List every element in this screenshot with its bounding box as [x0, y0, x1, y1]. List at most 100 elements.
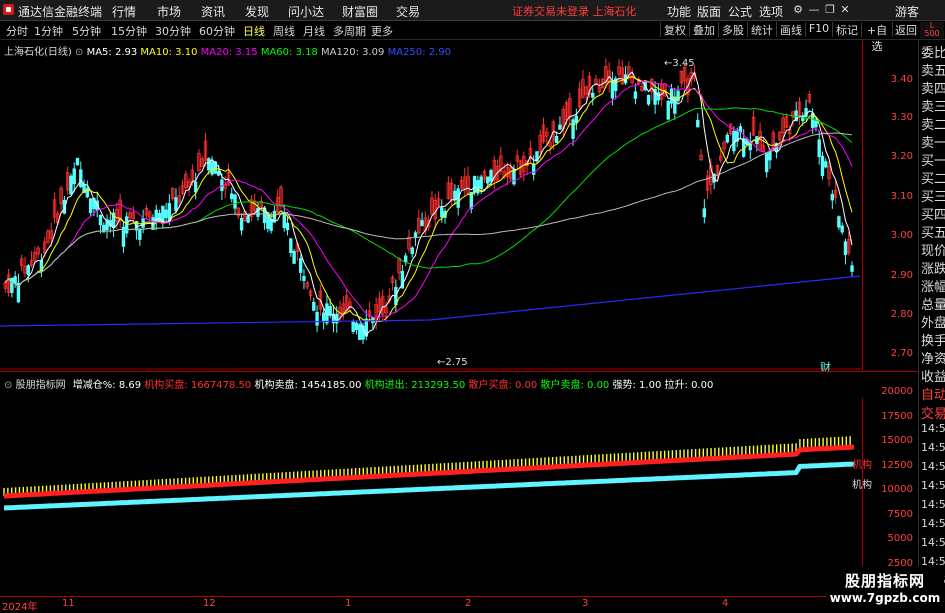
- quote-field-label: 买五: [921, 226, 945, 241]
- user-label[interactable]: 游客: [895, 3, 919, 20]
- indicator-value: 机构进出: 213293.50: [364, 380, 466, 391]
- back-button[interactable]: 返回: [892, 22, 919, 37]
- candle-body: [85, 187, 90, 198]
- candle-body: [830, 193, 835, 201]
- candle-body: [486, 176, 490, 184]
- indicator-value: 增减仓%: 8.69: [72, 380, 142, 391]
- overlay-button[interactable]: 叠加: [689, 22, 718, 37]
- indicator-title: 股朋指标网: [15, 380, 66, 391]
- candle-body: [725, 134, 730, 143]
- high-price-label: ←3.45: [664, 58, 695, 69]
- period-5min[interactable]: 5分钟: [72, 23, 101, 39]
- volume-tick: 12500: [881, 460, 913, 471]
- price-tick: 3.10: [890, 191, 913, 202]
- quote-field-label: 卖一: [921, 136, 945, 151]
- quote-field-label: 买二: [921, 172, 945, 187]
- menu-item-options[interactable]: 选项: [759, 3, 783, 20]
- menu-item-market[interactable]: 市场: [157, 3, 181, 20]
- candle-body: [440, 207, 444, 218]
- candle-body: [312, 301, 316, 311]
- menu-item-quotes[interactable]: 行情: [112, 3, 136, 20]
- date-tick: 1: [345, 598, 352, 609]
- f10-button[interactable]: F10: [805, 22, 832, 37]
- login-notice[interactable]: 证券交易未登录 上海石化: [512, 3, 637, 19]
- draw-button[interactable]: 画线: [776, 22, 805, 37]
- candle-body: [88, 198, 93, 213]
- menu-item-news[interactable]: 资讯: [201, 3, 225, 20]
- mark-button[interactable]: 标记: [832, 22, 861, 37]
- period-60min[interactable]: 60分钟: [199, 23, 235, 39]
- candle-body: [216, 170, 221, 176]
- candle-body: [558, 124, 562, 130]
- menu-item-trade[interactable]: 交易: [396, 3, 420, 20]
- period-30min[interactable]: 30分钟: [155, 23, 191, 39]
- indicator-value: 散户卖盘: 0.00: [540, 380, 610, 391]
- trade-time: 14:56: [921, 460, 945, 473]
- minimize-icon[interactable]: —: [807, 3, 821, 16]
- menu-item-discover[interactable]: 发现: [245, 3, 269, 20]
- date-tick: 2: [465, 598, 472, 609]
- indicator-legend: ⊙ 股朋指标网 增减仓%: 8.69 机构买盘: 1667478.50 机构卖盘…: [4, 376, 713, 391]
- stats-button[interactable]: 统计: [747, 22, 776, 37]
- candle-body: [72, 168, 76, 185]
- indicator-value: 机构买盘: 1667478.50: [144, 380, 252, 391]
- candle-body: [26, 265, 30, 276]
- ma-line: [4, 76, 853, 323]
- candle-body: [174, 197, 178, 212]
- quote-field-label: 卖四: [921, 82, 945, 97]
- auto-trade-label[interactable]: 自动: [921, 384, 945, 403]
- candle-body: [591, 92, 595, 98]
- period-monthly[interactable]: 月线: [303, 23, 325, 39]
- add-watchlist-button[interactable]: +自选: [861, 22, 892, 53]
- price-tick: 3.20: [890, 151, 913, 162]
- indicator-chart[interactable]: 机构 机构: [0, 398, 872, 594]
- menu-item-wealth[interactable]: 财富圈: [342, 3, 378, 20]
- price-tick: 3.40: [890, 74, 913, 85]
- period-multi[interactable]: 多周期: [333, 23, 366, 39]
- close-icon[interactable]: ✕: [838, 3, 852, 16]
- candle-body: [571, 119, 575, 139]
- kline-chart[interactable]: 上海石化(日线) ⊙ MA5: 2.93 MA10: 3.10 MA20: 3.…: [0, 40, 860, 374]
- multi-stock-button[interactable]: 多股: [718, 22, 747, 37]
- menu-item-assistant[interactable]: 问小达: [288, 3, 324, 20]
- quote-field-label: 收益: [921, 370, 945, 385]
- period-1min[interactable]: 1分钟: [34, 23, 63, 39]
- settings-icon[interactable]: ⊙: [4, 380, 12, 391]
- date-tick: 2024年: [2, 602, 38, 613]
- date-axis: 2024年 11 12 1 2 3 4: [0, 596, 860, 613]
- adjust-button[interactable]: 复权: [660, 22, 689, 37]
- period-more[interactable]: 更多: [371, 23, 393, 39]
- period-intraday[interactable]: 分时: [6, 23, 28, 39]
- high-price-value: 3.45: [672, 58, 695, 69]
- candle-body: [351, 321, 355, 332]
- period-daily[interactable]: 日线: [243, 23, 265, 39]
- candle-body: [768, 151, 772, 161]
- quote-field-label: 外盘: [921, 316, 945, 331]
- low-price-label: ←2.75: [437, 357, 468, 368]
- candle-body: [820, 155, 825, 177]
- candle-body: [413, 232, 418, 238]
- menu-item-formula[interactable]: 公式: [728, 3, 752, 20]
- pane-divider: [0, 371, 918, 372]
- low-price-value: 2.75: [445, 357, 468, 368]
- ma-line: [4, 80, 853, 319]
- ma-line: [0, 275, 860, 327]
- menu-item-function[interactable]: 功能: [667, 3, 691, 20]
- trade-time: 14:56: [921, 441, 945, 454]
- quote-field-label: 卖五: [921, 64, 945, 79]
- period-15min[interactable]: 15分钟: [111, 23, 147, 39]
- period-weekly[interactable]: 周线: [273, 23, 295, 39]
- restore-icon[interactable]: ❐: [823, 3, 837, 16]
- menu-item-layout[interactable]: 版面: [697, 3, 721, 20]
- date-tick: 12: [203, 598, 216, 609]
- auto-trade-label[interactable]: 交易: [921, 403, 945, 422]
- candle-body: [732, 131, 736, 152]
- skin-icon[interactable]: ⚙: [791, 3, 805, 16]
- finance-marker[interactable]: 财: [820, 359, 831, 375]
- candle-body: [210, 161, 214, 175]
- kline-canvas: [0, 58, 860, 370]
- indicator-value: 强势: 1.00: [612, 380, 662, 391]
- candle-body: [289, 238, 293, 254]
- price-tick: 3.30: [890, 112, 913, 123]
- trade-time: 14:56: [921, 498, 945, 511]
